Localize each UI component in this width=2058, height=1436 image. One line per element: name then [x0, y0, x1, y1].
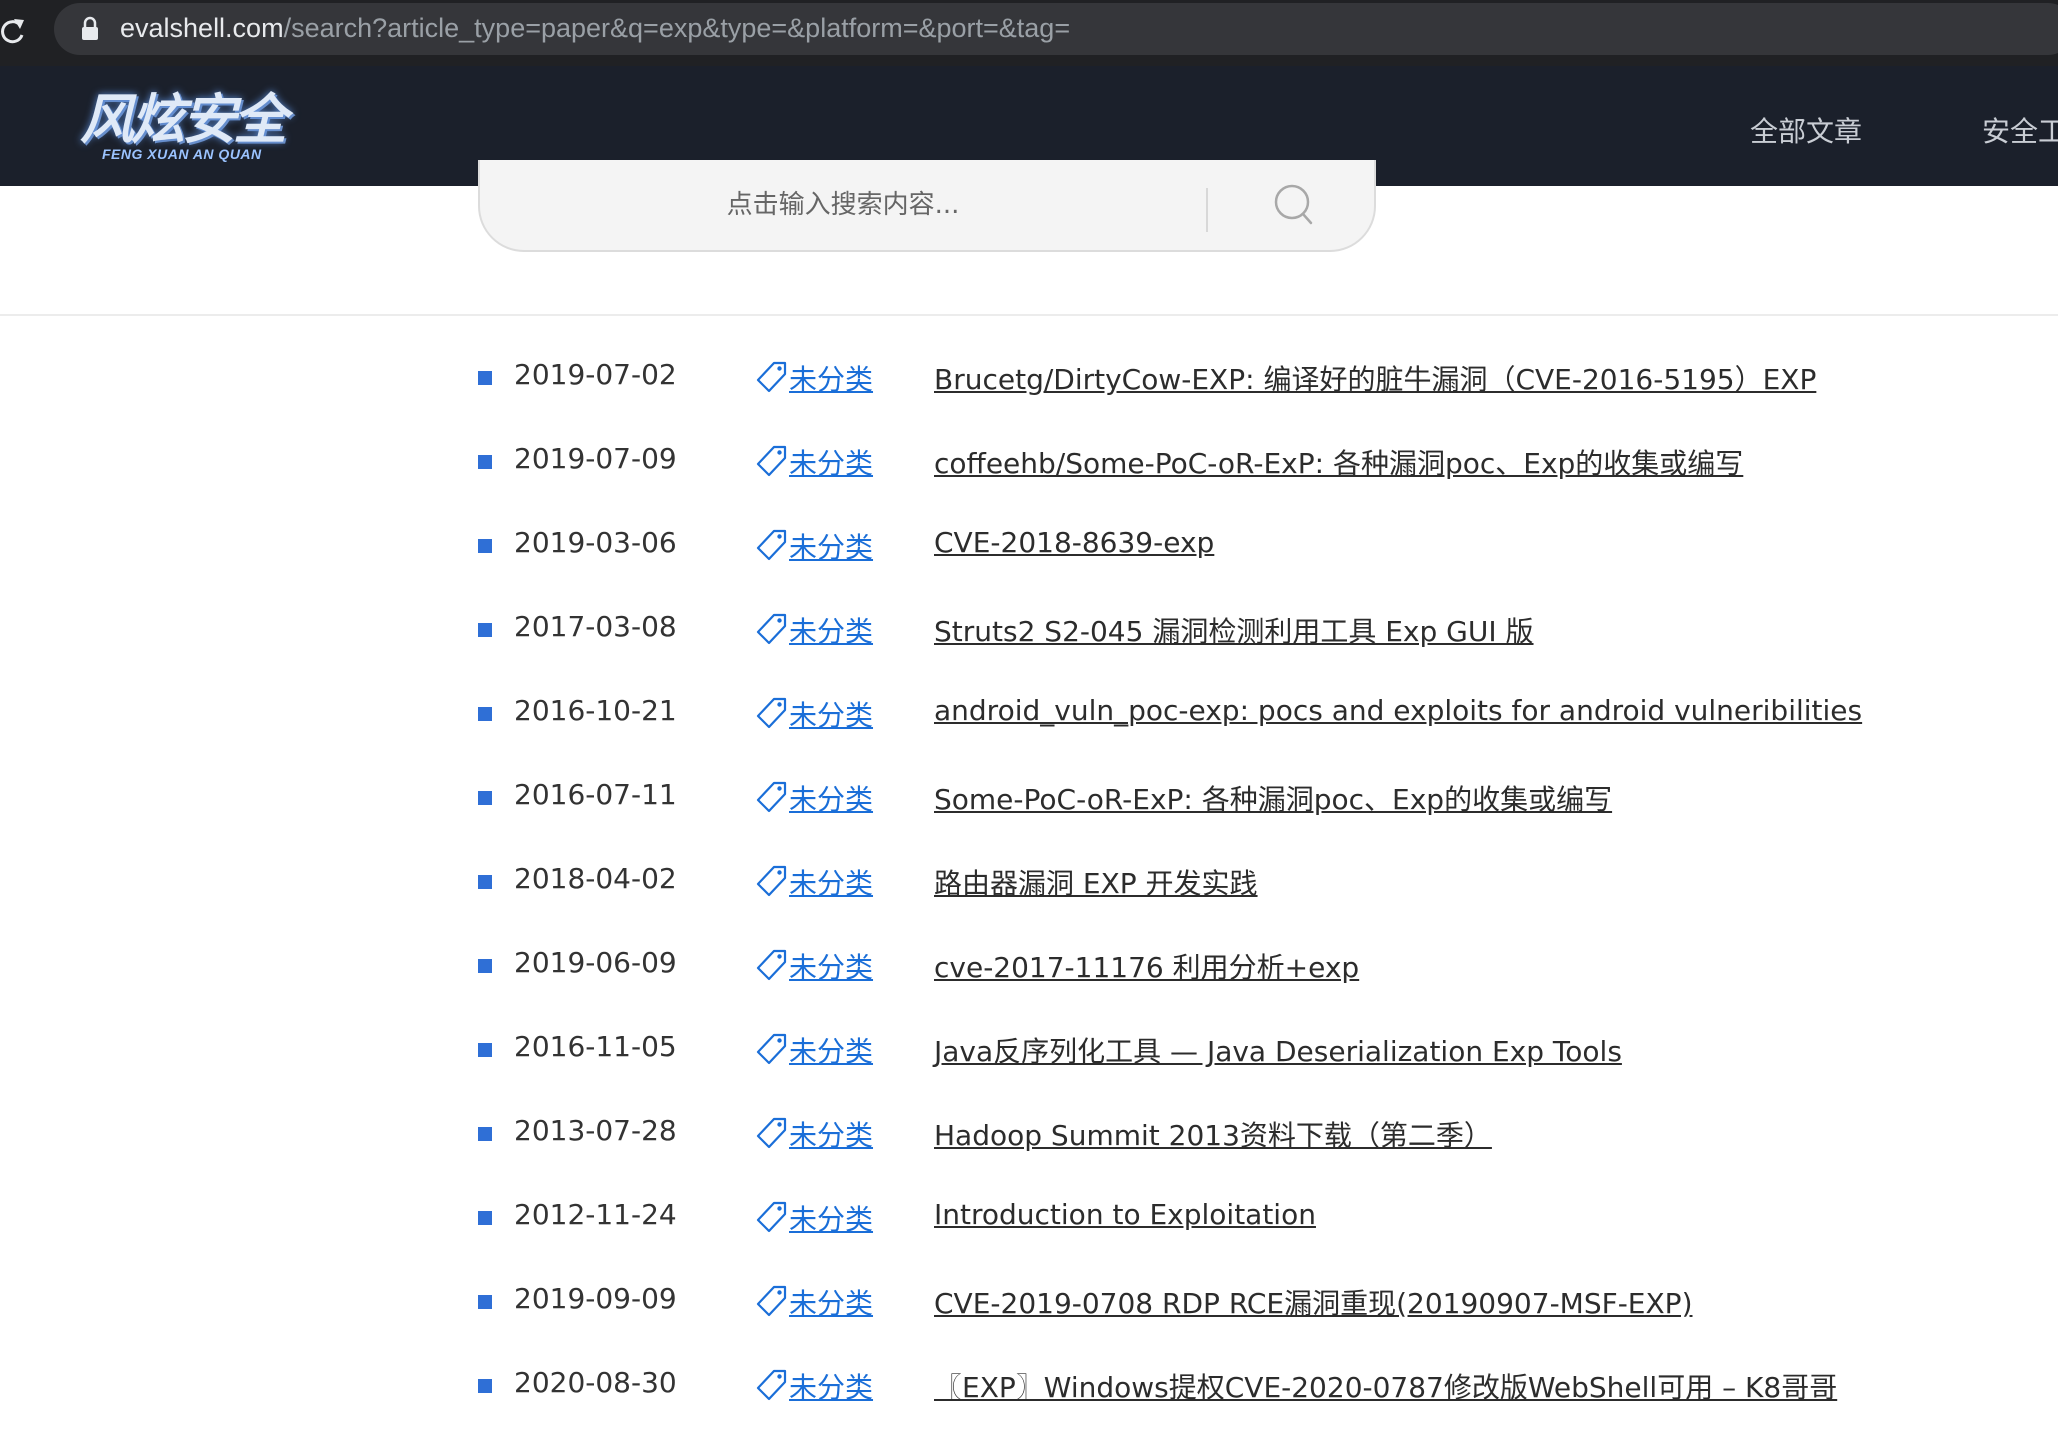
result-title-link[interactable]: Hadoop Summit 2013资料下载（第二季）: [934, 1114, 1492, 1154]
site-logo[interactable]: 风炫安全 FENG XUAN AN QUAN: [80, 92, 300, 166]
tag-icon: [756, 1201, 787, 1233]
bullet-marker: [478, 791, 492, 805]
result-row: 2018-04-02 未分类 路由器漏洞 EXP 开发实践: [0, 842, 2058, 926]
result-category-link[interactable]: 未分类: [789, 1030, 873, 1070]
result-title-link[interactable]: CVE-2019-0708 RDP RCE漏洞重现(20190907-MSF-E…: [934, 1282, 1693, 1322]
result-date: 2019-09-09: [514, 1282, 677, 1315]
tag-icon: [756, 1033, 787, 1065]
url-text: evalshell.com/search?article_type=paper&…: [120, 13, 1070, 44]
tag-icon: [756, 613, 787, 645]
result-row: 2019-03-06 未分类 CVE-2018-8639-exp: [0, 506, 2058, 590]
result-date: 2019-03-06: [514, 526, 677, 559]
result-date: 2020-08-30: [514, 1366, 677, 1399]
tag-icon: [756, 1117, 787, 1149]
logo-text-cn: 风炫安全: [80, 88, 287, 151]
result-category-link[interactable]: 未分类: [789, 694, 873, 734]
url-path: /search?article_type=paper&q=exp&type=&p…: [283, 13, 1071, 43]
result-row: 2012-11-24 未分类 Introduction to Exploitatio…: [0, 1178, 2058, 1262]
result-date: 2019-07-09: [514, 442, 677, 475]
result-date: 2013-07-28: [514, 1114, 677, 1147]
bullet-marker: [478, 371, 492, 385]
result-category-link[interactable]: 未分类: [789, 862, 873, 902]
url-field[interactable]: evalshell.com/search?article_type=paper&…: [54, 3, 2058, 55]
search-button[interactable]: [1208, 160, 1374, 250]
result-row: 2017-03-08 未分类 Struts2 S2-045 漏洞检测利用工具 Exp…: [0, 590, 2058, 674]
tag-icon: [756, 1369, 787, 1401]
tag-icon: [756, 529, 787, 561]
result-date: 2012-11-24: [514, 1198, 677, 1231]
bullet-marker: [478, 455, 492, 469]
tag-icon: [756, 361, 787, 393]
tag-icon: [756, 697, 787, 729]
result-date: 2016-07-11: [514, 778, 677, 811]
search-input[interactable]: [480, 160, 1206, 250]
bullet-marker: [478, 539, 492, 553]
result-title-link[interactable]: Struts2 S2-045 漏洞检测利用工具 Exp GUI 版: [934, 610, 1534, 650]
result-category-link[interactable]: 未分类: [789, 946, 873, 986]
nav-item-all-articles[interactable]: 全部文章: [1750, 110, 1862, 150]
result-title-link[interactable]: Some-PoC-oR-ExP: 各种漏洞poc、Exp的收集或编写: [934, 778, 1612, 818]
url-domain: evalshell.com: [120, 13, 284, 43]
bullet-marker: [478, 1295, 492, 1309]
result-row: 2020-08-30 未分类 〖EXP〗Windows提权CVE-2020-0787…: [0, 1346, 2058, 1430]
bullet-marker: [478, 959, 492, 973]
bullet-marker: [478, 1127, 492, 1141]
result-row: 2019-07-02 未分类 Brucetg/DirtyCow-EXP: 编译好的脏…: [0, 338, 2058, 422]
result-row: 2019-09-09 未分类 CVE-2019-0708 RDP RCE漏洞重现(2…: [0, 1262, 2058, 1346]
tag-icon: [756, 781, 787, 813]
result-category-link[interactable]: 未分类: [789, 1114, 873, 1154]
result-row: 2019-06-09 未分类 cve-2017-11176 利用分析+exp: [0, 926, 2058, 1010]
search-icon: [1274, 184, 1313, 225]
bullet-marker: [478, 1379, 492, 1393]
result-row: 2016-10-21 未分类 android_vuln_poc-exp: pocs …: [0, 674, 2058, 758]
result-category-link[interactable]: 未分类: [789, 442, 873, 482]
result-category-link[interactable]: 未分类: [789, 610, 873, 650]
result-row: 2016-11-05 未分类 Java反序列化工具 — Java Deseriali…: [0, 1010, 2058, 1094]
result-date: 2016-10-21: [514, 694, 677, 727]
lock-icon: [82, 16, 98, 40]
result-title-link[interactable]: Java反序列化工具 — Java Deserialization Exp To…: [934, 1030, 1622, 1070]
tag-icon: [756, 445, 787, 477]
result-title-link[interactable]: CVE-2018-8639-exp: [934, 526, 1214, 559]
bullet-marker: [478, 707, 492, 721]
nav-item-security-tools[interactable]: 安全工: [1982, 110, 2058, 150]
result-category-link[interactable]: 未分类: [789, 1198, 873, 1238]
result-title-link[interactable]: cve-2017-11176 利用分析+exp: [934, 946, 1359, 986]
result-date: 2019-07-02: [514, 358, 677, 391]
result-title-link[interactable]: Introduction to Exploitation: [934, 1198, 1316, 1231]
result-row: 2016-07-11 未分类 Some-PoC-oR-ExP: 各种漏洞poc、Ex…: [0, 758, 2058, 842]
result-category-link[interactable]: 未分类: [789, 1366, 873, 1406]
result-title-link[interactable]: android_vuln_poc-exp: pocs and exploits …: [934, 694, 1862, 727]
result-title-link[interactable]: Brucetg/DirtyCow-EXP: 编译好的脏牛漏洞（CVE-2016-…: [934, 358, 1816, 398]
bullet-marker: [478, 1043, 492, 1057]
browser-address-bar: evalshell.com/search?article_type=paper&…: [0, 0, 2058, 66]
result-category-link[interactable]: 未分类: [789, 358, 873, 398]
result-date: 2019-06-09: [514, 946, 677, 979]
result-date: 2018-04-02: [514, 862, 677, 895]
result-category-link[interactable]: 未分类: [789, 526, 873, 566]
result-category-link[interactable]: 未分类: [789, 778, 873, 818]
result-title-link[interactable]: 〖EXP〗Windows提权CVE-2020-0787修改版WebShell可用…: [934, 1366, 1837, 1406]
search-box: [478, 160, 1376, 252]
result-date: 2016-11-05: [514, 1030, 677, 1063]
result-row: 2019-07-09 未分类 coffeehb/Some-PoC-oR-ExP: 各…: [0, 422, 2058, 506]
result-title-link[interactable]: coffeehb/Some-PoC-oR-ExP: 各种漏洞poc、Exp的收集…: [934, 442, 1743, 482]
result-row: 2013-07-28 未分类 Hadoop Summit 2013资料下载（第二季）: [0, 1094, 2058, 1178]
bullet-marker: [478, 623, 492, 637]
result-category-link[interactable]: 未分类: [789, 1282, 873, 1322]
bullet-marker: [478, 1211, 492, 1225]
reload-icon[interactable]: [0, 16, 26, 46]
tag-icon: [756, 865, 787, 897]
result-title-link[interactable]: 路由器漏洞 EXP 开发实践: [934, 862, 1258, 902]
tag-icon: [756, 1285, 787, 1317]
bullet-marker: [478, 875, 492, 889]
tag-icon: [756, 949, 787, 981]
content-separator: [0, 314, 2058, 316]
result-date: 2017-03-08: [514, 610, 677, 643]
